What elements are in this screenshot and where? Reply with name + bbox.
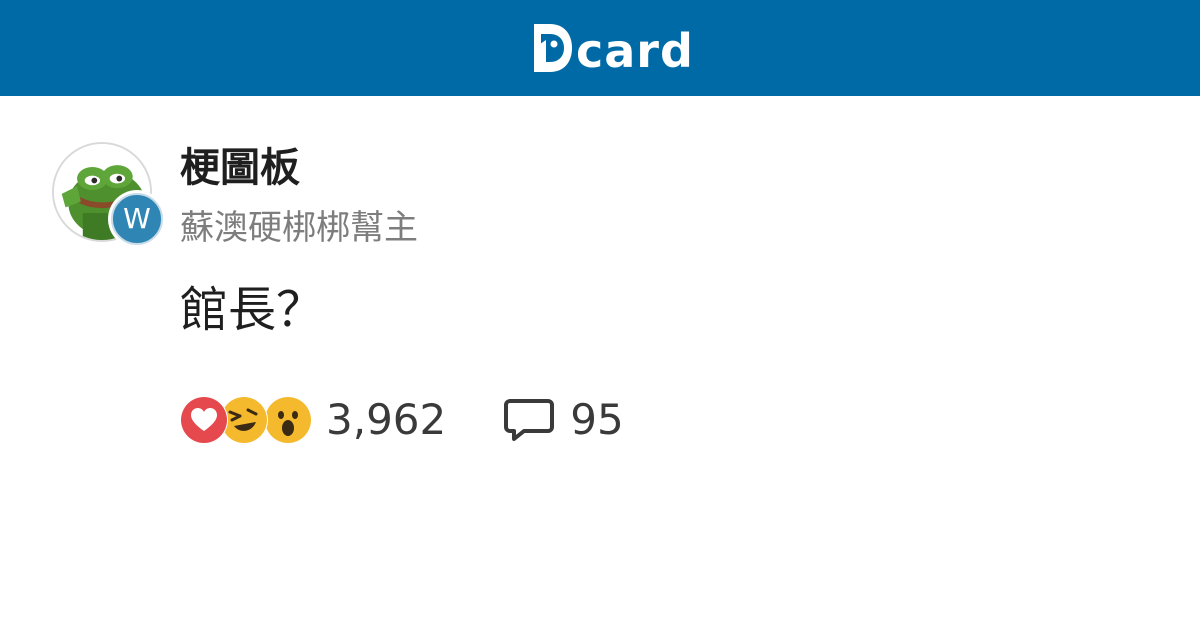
- author-name[interactable]: 蘇澳硬梆梆幫主: [180, 204, 418, 252]
- comment-count: 95: [570, 395, 624, 444]
- comment-bubble-icon: [504, 399, 555, 441]
- comments-group[interactable]: 95: [502, 392, 624, 448]
- forum-name[interactable]: 梗圖板: [180, 140, 300, 196]
- top-bar: card: [0, 0, 1200, 96]
- dcard-logo[interactable]: card: [530, 22, 694, 74]
- surprised-emoji-icon: [264, 396, 312, 444]
- reaction-count: 3,962: [326, 395, 447, 444]
- post-stats: 3,962 95: [180, 392, 624, 448]
- author-badge-letter: W: [111, 193, 163, 245]
- heart-icon: [180, 396, 228, 444]
- author-badge: W: [108, 190, 166, 248]
- post-title[interactable]: 館長？: [180, 278, 324, 342]
- logo-text: card: [576, 24, 694, 78]
- dcard-d-mark-icon: [534, 24, 572, 72]
- reactions-group[interactable]: [180, 396, 312, 444]
- author-avatar-group[interactable]: W: [52, 142, 172, 252]
